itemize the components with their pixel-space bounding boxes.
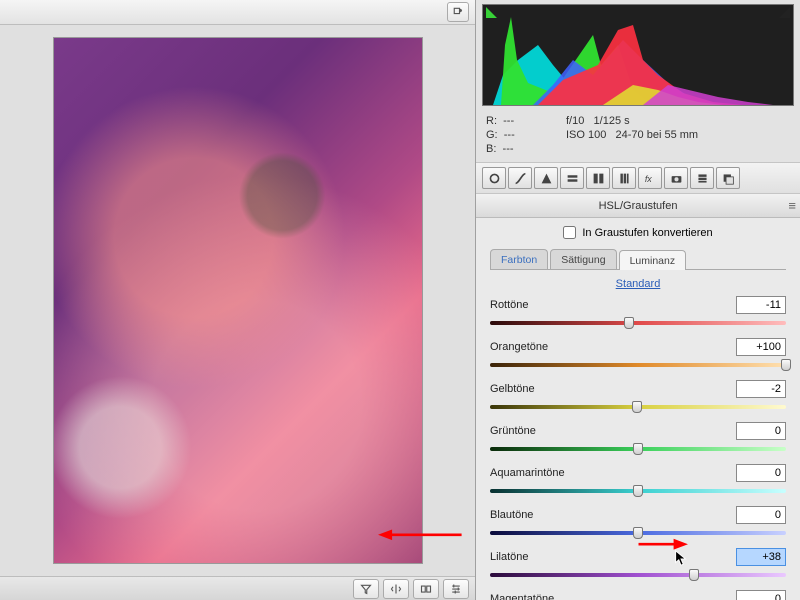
slider-value-input[interactable] — [736, 548, 786, 566]
slider-label: Blautöne — [490, 509, 533, 521]
tool-lens-icon[interactable] — [612, 167, 636, 189]
hsl-subtabs: Farbton Sättigung Luminanz — [490, 249, 786, 270]
slider-label: Rottöne — [490, 299, 529, 311]
slider-label: Magentatöne — [490, 593, 554, 600]
histogram[interactable] — [482, 4, 794, 106]
slider-value-input[interactable] — [736, 464, 786, 482]
panel-title: HSL/Graustufen — [599, 200, 678, 212]
panel-title-bar: HSL/Graustufen ≡ — [476, 194, 800, 218]
grayscale-row: In Graustufen konvertieren — [490, 226, 786, 239]
slider-thumb[interactable] — [632, 401, 642, 413]
slider-track[interactable] — [490, 442, 786, 456]
slider-thumb[interactable] — [633, 443, 643, 455]
grayscale-checkbox[interactable] — [563, 226, 576, 239]
before-after-icon[interactable] — [413, 579, 439, 599]
r-label: R: — [486, 115, 497, 127]
slider-row: Rottöne — [490, 296, 786, 330]
slider-thumb[interactable] — [633, 527, 643, 539]
slider-track[interactable] — [490, 484, 786, 498]
slider-row: Aquamarintöne — [490, 464, 786, 498]
hsl-panel: In Graustufen konvertieren Farbton Sätti… — [476, 218, 800, 600]
slider-thumb[interactable] — [781, 359, 791, 371]
slider-label: Orangetöne — [490, 341, 548, 353]
b-value: --- — [503, 143, 514, 155]
slider-value-input[interactable] — [736, 422, 786, 440]
slider-value-input[interactable] — [736, 506, 786, 524]
photo-preview[interactable] — [53, 37, 423, 564]
lens-value: 24-70 bei 55 mm — [616, 129, 699, 141]
b-label: B: — [486, 143, 496, 155]
tab-saturation[interactable]: Sättigung — [550, 249, 616, 269]
slider-row: Lilatöne — [490, 548, 786, 582]
standard-link[interactable]: Standard — [616, 278, 661, 290]
slider-track[interactable] — [490, 358, 786, 372]
tool-camera-icon[interactable] — [664, 167, 688, 189]
panel-toolstrip: fx — [476, 162, 800, 194]
slider-thumb[interactable] — [633, 485, 643, 497]
r-value: --- — [503, 115, 514, 127]
preview-bottombar — [0, 576, 475, 600]
panel-menu-icon[interactable]: ≡ — [788, 198, 796, 213]
slider-row: Gelbtöne — [490, 380, 786, 414]
svg-text:fx: fx — [644, 173, 651, 183]
tab-hue[interactable]: Farbton — [490, 249, 548, 269]
tool-snapshots-icon[interactable] — [716, 167, 740, 189]
slider-label: Grüntöne — [490, 425, 536, 437]
iso-value: ISO 100 — [566, 129, 606, 141]
slider-row: Orangetöne — [490, 338, 786, 372]
slider-track[interactable] — [490, 400, 786, 414]
compare-icon[interactable] — [383, 579, 409, 599]
tool-fx-icon[interactable]: fx — [638, 167, 662, 189]
g-label: G: — [486, 129, 498, 141]
exif-readout: R: --- G: --- B: --- f/10 1/125 s ISO 10… — [476, 108, 800, 162]
slider-row: Grüntöne — [490, 422, 786, 456]
preview-topbar — [0, 0, 475, 25]
tool-split-icon[interactable] — [586, 167, 610, 189]
slider-value-input[interactable] — [736, 590, 786, 600]
tool-presets-icon[interactable] — [690, 167, 714, 189]
slider-track[interactable] — [490, 316, 786, 330]
preview-body — [0, 25, 475, 576]
tab-luminance[interactable]: Luminanz — [619, 250, 687, 270]
slider-thumb[interactable] — [689, 569, 699, 581]
slider-track[interactable] — [490, 526, 786, 540]
grayscale-label: In Graustufen konvertieren — [582, 227, 712, 239]
slider-label: Gelbtöne — [490, 383, 535, 395]
slider-thumb[interactable] — [624, 317, 634, 329]
tool-detail-icon[interactable] — [534, 167, 558, 189]
slider-value-input[interactable] — [736, 296, 786, 314]
export-icon[interactable] — [447, 2, 469, 22]
filter-icon[interactable] — [353, 579, 379, 599]
sliders-icon[interactable] — [443, 579, 469, 599]
slider-value-input[interactable] — [736, 380, 786, 398]
slider-label: Aquamarintöne — [490, 467, 565, 479]
slider-row: Blautöne — [490, 506, 786, 540]
slider-label: Lilatöne — [490, 551, 529, 563]
aperture-value: f/10 — [566, 115, 584, 127]
g-value: --- — [504, 129, 515, 141]
slider-value-input[interactable] — [736, 338, 786, 356]
shutter-value: 1/125 s — [594, 115, 630, 127]
standard-link-row: Standard — [490, 278, 786, 290]
tool-curve-icon[interactable] — [508, 167, 532, 189]
side-panel: R: --- G: --- B: --- f/10 1/125 s ISO 10… — [475, 0, 800, 600]
tool-hsl-icon[interactable] — [560, 167, 584, 189]
slider-row: Magentatöne — [490, 590, 786, 600]
tool-basic-icon[interactable] — [482, 167, 506, 189]
slider-track[interactable] — [490, 568, 786, 582]
preview-pane — [0, 0, 475, 600]
